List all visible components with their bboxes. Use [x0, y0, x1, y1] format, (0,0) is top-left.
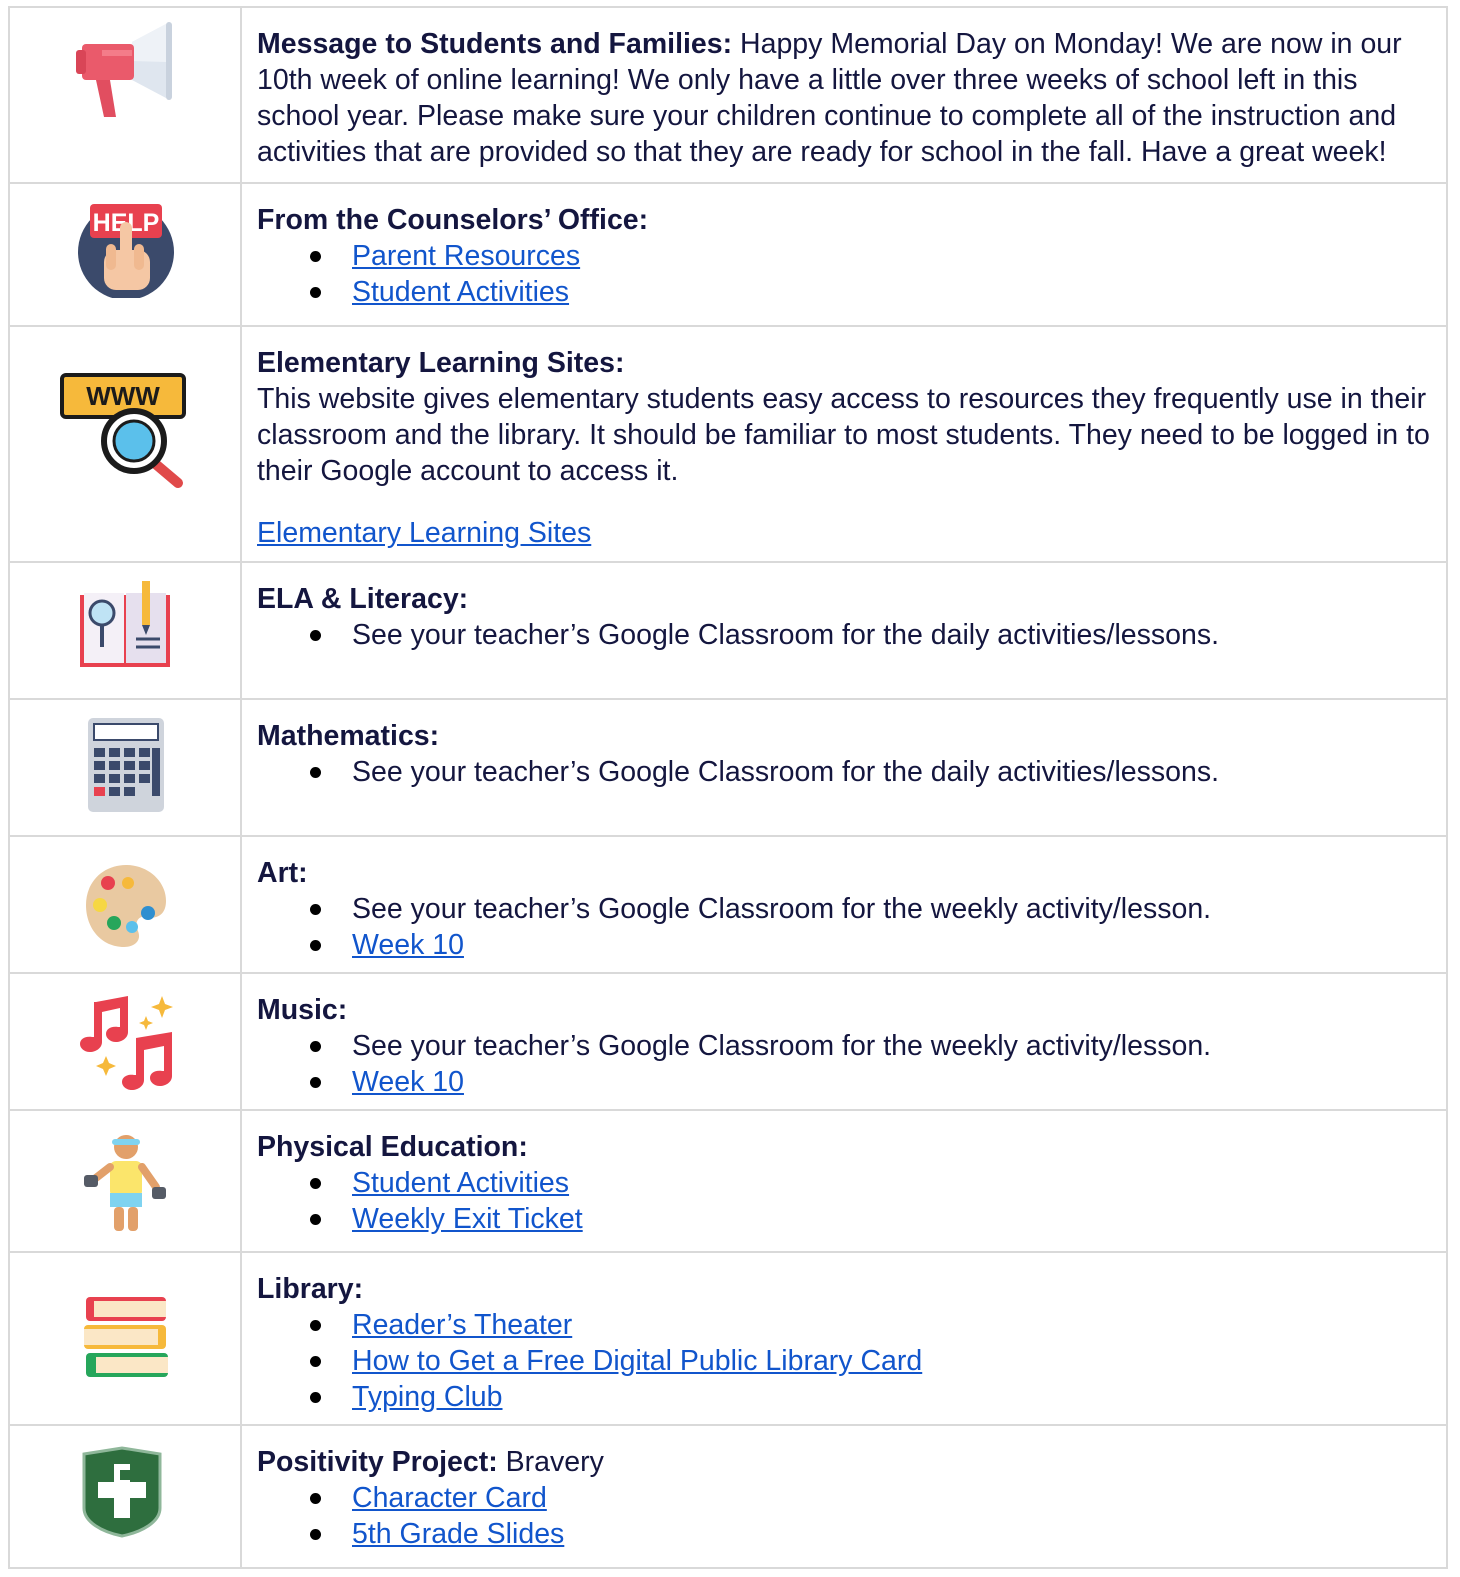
ela-list: See your teacher’s Google Classroom for …: [257, 617, 1432, 653]
list-item: Week 10: [257, 1064, 1432, 1100]
icon-cell: HELP: [8, 182, 242, 327]
ela-cell: ELA & Literacy: See your teacher’s Googl…: [240, 561, 1448, 700]
music-week-10-link[interactable]: Week 10: [352, 1066, 464, 1098]
readers-theater-link[interactable]: Reader’s Theater: [352, 1309, 572, 1341]
character-card-link[interactable]: Character Card: [352, 1482, 547, 1514]
positivity-trait: Bravery: [497, 1446, 604, 1478]
positivity-list: Character Card 5th Grade Slides: [257, 1480, 1432, 1552]
mathematics-heading: Mathematics:: [257, 720, 440, 752]
learning-sites-description: This website gives elementary students e…: [257, 383, 1430, 487]
music-cell: Music: See your teacher’s Google Classro…: [240, 972, 1448, 1111]
physical-education-heading: Physical Education:: [257, 1131, 528, 1163]
table-row-library: Library: Reader’s Theater How to Get a F…: [8, 1251, 1448, 1426]
exercise-person-icon: [80, 1131, 172, 1233]
typing-club-link[interactable]: Typing Club: [352, 1381, 503, 1413]
art-list: See your teacher’s Google Classroom for …: [257, 891, 1432, 963]
music-heading: Music:: [257, 994, 348, 1026]
student-activities-link[interactable]: Student Activities: [352, 276, 569, 308]
table-row-music: Music: See your teacher’s Google Classro…: [8, 972, 1448, 1111]
www-icon-text: WWW: [86, 381, 160, 411]
library-card-link[interactable]: How to Get a Free Digital Public Library…: [352, 1345, 922, 1377]
list-item: Week 10: [257, 927, 1432, 963]
table-row-art: Art: See your teacher’s Google Classroom…: [8, 835, 1448, 974]
pe-student-activities-link[interactable]: Student Activities: [352, 1167, 569, 1199]
art-cell: Art: See your teacher’s Google Classroom…: [240, 835, 1448, 974]
icon-cell: [8, 561, 242, 700]
mathematics-list: See your teacher’s Google Classroom for …: [257, 754, 1432, 790]
table-row-message: Message to Students and Families: Happy …: [8, 6, 1448, 184]
list-item: How to Get a Free Digital Public Library…: [257, 1343, 1432, 1379]
ela-heading: ELA & Literacy:: [257, 583, 469, 615]
table-row-physical-education: Physical Education: Student Activities W…: [8, 1109, 1448, 1253]
list-item: See your teacher’s Google Classroom for …: [257, 754, 1432, 790]
music-notes-icon: [76, 992, 176, 1092]
parent-resources-link[interactable]: Parent Resources: [352, 240, 580, 272]
list-item: See your teacher’s Google Classroom for …: [257, 1028, 1432, 1064]
list-item: Typing Club: [257, 1379, 1432, 1415]
calculator-icon: [86, 716, 166, 814]
list-item: Reader’s Theater: [257, 1307, 1432, 1343]
book-magnifier-icon: [78, 579, 172, 671]
library-cell: Library: Reader’s Theater How to Get a F…: [240, 1251, 1448, 1426]
list-item: Parent Resources: [257, 238, 1432, 274]
art-week-10-link[interactable]: Week 10: [352, 929, 464, 961]
list-item: See your teacher’s Google Classroom for …: [257, 617, 1432, 653]
physical-education-cell: Physical Education: Student Activities W…: [240, 1109, 1448, 1253]
www-search-icon: WWW: [60, 373, 186, 488]
physical-education-list: Student Activities Weekly Exit Ticket: [257, 1165, 1432, 1237]
mathematics-cell: Mathematics: See your teacher’s Google C…: [240, 698, 1448, 837]
icon-cell: [8, 698, 242, 837]
icon-cell: WWW: [8, 325, 242, 563]
content-table: Message to Students and Families: Happy …: [8, 6, 1448, 1569]
help-button-icon: HELP: [76, 198, 176, 298]
table-row-positivity: Positivity Project: Bravery Character Ca…: [8, 1424, 1448, 1569]
list-item: Weekly Exit Ticket: [257, 1201, 1432, 1237]
icon-cell: [8, 1424, 242, 1569]
positivity-heading: Positivity Project:: [257, 1446, 498, 1478]
table-row-mathematics: Mathematics: See your teacher’s Google C…: [8, 698, 1448, 837]
table-row-counselors: HELP From the Counselors’ Office: Parent…: [8, 182, 1448, 327]
positivity-cell: Positivity Project: Bravery Character Ca…: [240, 1424, 1448, 1569]
learning-sites-cell: Elementary Learning Sites: This website …: [240, 325, 1448, 563]
learning-sites-heading: Elementary Learning Sites:: [257, 347, 625, 379]
library-list: Reader’s Theater How to Get a Free Digit…: [257, 1307, 1432, 1415]
list-item: See your teacher’s Google Classroom for …: [257, 891, 1432, 927]
counselors-list: Parent Resources Student Activities: [257, 238, 1432, 310]
library-heading: Library:: [257, 1273, 364, 1305]
fifth-grade-slides-link[interactable]: 5th Grade Slides: [352, 1518, 564, 1550]
icon-cell: [8, 1251, 242, 1426]
table-row-ela: ELA & Literacy: See your teacher’s Googl…: [8, 561, 1448, 700]
icon-cell: [8, 6, 242, 184]
message-cell: Message to Students and Families: Happy …: [240, 6, 1448, 184]
elementary-learning-sites-link[interactable]: Elementary Learning Sites: [257, 517, 591, 549]
counselors-heading: From the Counselors’ Office:: [257, 204, 649, 236]
message-heading: Message to Students and Families:: [257, 28, 733, 60]
weekly-exit-ticket-link[interactable]: Weekly Exit Ticket: [352, 1203, 583, 1235]
megaphone-icon: [74, 22, 174, 122]
art-heading: Art:: [257, 857, 308, 889]
list-item: Character Card: [257, 1480, 1432, 1516]
music-list: See your teacher’s Google Classroom for …: [257, 1028, 1432, 1100]
books-stack-icon: [82, 1295, 170, 1379]
list-item: Student Activities: [257, 274, 1432, 310]
table-row-learning-sites: WWW Elementary Learning Sites: This webs…: [8, 325, 1448, 563]
paint-palette-icon: [84, 861, 168, 949]
icon-cell: [8, 835, 242, 974]
icon-cell: [8, 972, 242, 1111]
positivity-shield-icon: [80, 1446, 164, 1538]
list-item: 5th Grade Slides: [257, 1516, 1432, 1552]
counselors-cell: From the Counselors’ Office: Parent Reso…: [240, 182, 1448, 327]
list-item: Student Activities: [257, 1165, 1432, 1201]
icon-cell: [8, 1109, 242, 1253]
